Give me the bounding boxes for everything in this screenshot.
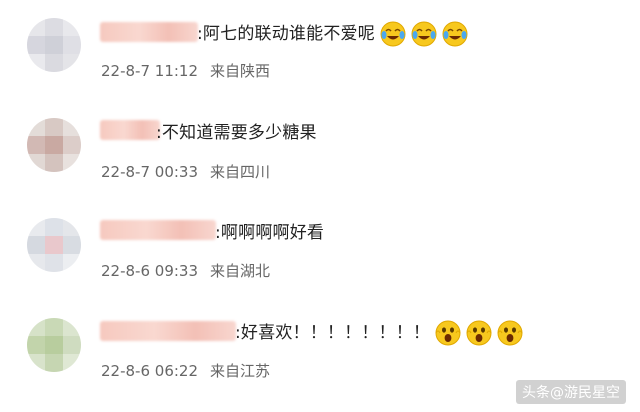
crying-laughing-emoji-icon	[442, 21, 468, 47]
comment-text-content: :阿七的联动谁能不爱呢	[197, 24, 375, 44]
comment-location: 来自四川	[210, 163, 271, 181]
comment-date: 22-8-6	[101, 362, 150, 380]
comment-meta: 22-8-6 09:33 来自湖北	[101, 260, 270, 281]
shocked-emoji-icon	[466, 320, 492, 346]
avatar[interactable]	[27, 18, 81, 72]
comment-item: :不知道需要多少糖果 22-8-7 00:33 来自四川	[0, 100, 640, 200]
comment-meta: 22-8-7 11:12 来自陕西	[101, 60, 270, 81]
comment-text-content: :啊啊啊啊好看	[215, 223, 325, 243]
crying-laughing-emoji-icon	[380, 21, 406, 47]
comment-location: 来自江苏	[210, 362, 271, 380]
emoji-group	[379, 20, 469, 48]
shocked-emoji-icon	[435, 320, 461, 346]
comment-location: 来自湖北	[210, 262, 271, 280]
comment-text-content: :不知道需要多少糖果	[156, 123, 317, 143]
comment-date: 22-8-6	[101, 262, 150, 280]
comment-text: :不知道需要多少糖果	[156, 118, 317, 143]
avatar[interactable]	[27, 118, 81, 172]
comment-text: :好喜欢！！！！！！！！	[235, 318, 524, 347]
comment-time: 00:33	[154, 163, 199, 181]
username-redacted[interactable]	[100, 321, 236, 341]
username-redacted[interactable]	[100, 120, 160, 140]
comment-text-content: :好喜欢！！！！！！！！	[235, 323, 431, 343]
comment-item: :啊啊啊啊好看 22-8-6 09:33 来自湖北	[0, 200, 640, 300]
comment-item: :阿七的联动谁能不爱呢 22-8-7 11:12 来自陕西	[0, 0, 640, 100]
avatar[interactable]	[27, 318, 81, 372]
username-redacted[interactable]	[100, 220, 216, 240]
crying-laughing-emoji-icon	[411, 21, 437, 47]
comment-text: :啊啊啊啊好看	[215, 218, 324, 243]
emoji-group	[434, 319, 524, 347]
comment-text: :阿七的联动谁能不爱呢	[197, 19, 469, 48]
comment-time: 09:33	[154, 262, 199, 280]
comment-date: 22-8-7	[101, 163, 150, 181]
source-watermark: 头条@游民星空	[516, 380, 626, 404]
shocked-emoji-icon	[497, 320, 523, 346]
avatar[interactable]	[27, 218, 81, 272]
comment-meta: 22-8-6 06:22 来自江苏	[101, 360, 270, 381]
comment-location: 来自陕西	[210, 62, 271, 80]
comment-time: 11:12	[154, 62, 199, 80]
comment-meta: 22-8-7 00:33 来自四川	[101, 161, 270, 182]
username-redacted[interactable]	[100, 22, 198, 42]
comment-time: 06:22	[154, 362, 199, 380]
comment-date: 22-8-7	[101, 62, 150, 80]
